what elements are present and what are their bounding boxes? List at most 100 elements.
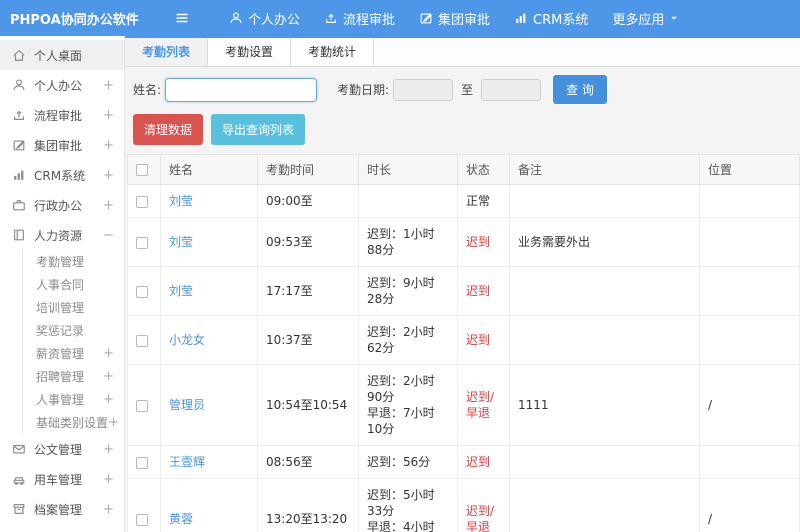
table-row: 管理员 10:54至10:54 迟到：2小时90分 早退：7小时10分 迟到/早退 111… xyxy=(127,364,800,446)
topnav-label: 集团审批 xyxy=(438,12,491,28)
expand-plus-icon[interactable]: + xyxy=(103,198,114,213)
expand-plus-icon[interactable]: + xyxy=(103,369,114,384)
sidebar-item-crm-system[interactable]: CRM系统 + xyxy=(0,160,124,190)
topnav-personal-office[interactable]: 个人办公 xyxy=(217,0,312,36)
date-filter-label: 考勤日期: xyxy=(337,83,390,97)
row-checkbox[interactable] xyxy=(136,456,148,469)
row-checkbox[interactable] xyxy=(136,513,148,526)
row-checkbox[interactable] xyxy=(136,334,148,347)
sidebar: 个人桌面 个人办公 + 流程审批 + 集团审批 + CRM系统 + 行政办公 + 人力资源 − 考勤管理人… xyxy=(0,36,125,532)
sidebar-item-document-management[interactable]: 公文管理 + xyxy=(0,434,124,464)
sidebar-item-workflow-approval[interactable]: 流程审批 + xyxy=(0,100,124,130)
expand-plus-icon[interactable]: + xyxy=(103,472,114,487)
employee-name-link[interactable]: 刘莹 xyxy=(169,194,193,208)
table-header-row: 姓名 考勤时间 时长 状态 备注 位置 xyxy=(127,154,800,185)
attendance-time-cell: 13:20至13:20 xyxy=(257,478,359,532)
duration-cell xyxy=(358,184,458,218)
expand-plus-icon[interactable]: + xyxy=(103,392,114,407)
sidebar-item-personnel-management[interactable]: 人事管理 + xyxy=(23,388,124,411)
sidebar-item-human-resources[interactable]: 人力资源 − xyxy=(0,220,124,250)
expand-plus-icon[interactable]: + xyxy=(103,168,114,183)
search-button[interactable]: 查 询 xyxy=(553,75,607,104)
location-cell: / xyxy=(699,364,800,446)
row-checkbox[interactable] xyxy=(136,236,148,249)
name-cell: 刘莹 xyxy=(160,217,258,267)
home-icon xyxy=(12,48,26,62)
duration-cell: 迟到：2小时62分 xyxy=(358,315,458,365)
app-logo: PHPOA协同办公软件 xyxy=(10,12,139,28)
sidebar-item-training-management[interactable]: 培训管理 xyxy=(23,296,124,319)
employee-name-link[interactable]: 黄蓉 xyxy=(169,512,193,526)
menu-toggle-button[interactable] xyxy=(169,5,195,31)
collapse-minus-icon[interactable]: − xyxy=(103,228,114,243)
export-list-button[interactable]: 导出查询列表 xyxy=(211,114,306,145)
employee-name-link[interactable]: 刘莹 xyxy=(169,235,193,249)
tab-bar: 考勤列表 考勤设置 考勤统计 xyxy=(125,36,800,67)
sidebar-item-label: 行政办公 xyxy=(34,198,83,213)
row-checkbox[interactable] xyxy=(136,399,148,412)
edit-icon xyxy=(12,138,26,152)
mail-icon xyxy=(12,442,26,456)
sidebar-item-attendance-management[interactable]: 考勤管理 xyxy=(23,250,124,273)
employee-name-link[interactable]: 小龙女 xyxy=(169,333,205,347)
date-to-input[interactable] xyxy=(481,78,542,101)
table-row: 小龙女 10:37至 迟到：2小时62分 迟到 xyxy=(127,315,800,365)
employee-name-link[interactable]: 刘莹 xyxy=(169,284,193,298)
expand-plus-icon[interactable]: + xyxy=(103,138,114,153)
sidebar-item-salary-management[interactable]: 薪资管理 + xyxy=(23,342,124,365)
row-checkbox[interactable] xyxy=(136,195,148,208)
sidebar-item-hr-contract[interactable]: 人事合同 xyxy=(23,273,124,296)
expand-plus-icon[interactable]: + xyxy=(103,108,114,123)
date-from-input[interactable] xyxy=(393,78,454,101)
checkbox-cell xyxy=(127,315,161,365)
clean-data-button[interactable]: 清理数据 xyxy=(133,114,204,145)
attendance-time-cell: 10:54至10:54 xyxy=(257,364,359,446)
expand-plus-icon[interactable]: + xyxy=(103,442,114,457)
tab-attendance-statistics[interactable]: 考勤统计 xyxy=(291,38,375,66)
name-cell: 刘莹 xyxy=(160,266,258,316)
top-menu: 个人办公 流程审批 集团审批 CRM系统 更多应用 xyxy=(217,0,691,36)
tab-attendance-settings[interactable]: 考勤设置 xyxy=(208,38,292,66)
select-all-checkbox[interactable] xyxy=(136,164,148,176)
sidebar-item-label: 考勤管理 xyxy=(36,255,85,269)
archive-icon xyxy=(12,502,26,516)
sidebar-item-label: 集团审批 xyxy=(34,138,83,153)
expand-plus-icon[interactable]: + xyxy=(103,346,114,361)
duration-cell: 迟到：9小时28分 xyxy=(358,266,458,316)
topnav-crm-system[interactable]: CRM系统 xyxy=(502,0,600,36)
name-filter-input[interactable] xyxy=(165,77,318,102)
topnav-workflow-approval[interactable]: 流程审批 xyxy=(312,0,407,36)
tab-attendance-list[interactable]: 考勤列表 xyxy=(125,38,209,66)
sidebar-item-recruitment-management[interactable]: 招聘管理 + xyxy=(23,365,124,388)
sidebar-item-label: 流程审批 xyxy=(34,108,83,123)
expand-plus-icon[interactable]: + xyxy=(108,415,119,430)
sidebar-item-reward-punishment[interactable]: 奖惩记录 xyxy=(23,319,124,342)
name-cell: 刘莹 xyxy=(160,184,258,218)
sidebar-item-personal-desktop[interactable]: 个人桌面 xyxy=(0,40,124,70)
status-cell: 正常 xyxy=(457,184,510,218)
sidebar-item-group-approval[interactable]: 集团审批 + xyxy=(0,130,124,160)
sidebar-item-vehicle-management[interactable]: 用车管理 + xyxy=(0,464,124,494)
expand-plus-icon[interactable]: + xyxy=(103,502,114,517)
employee-name-link[interactable]: 王壹辉 xyxy=(169,455,205,469)
expand-plus-icon[interactable]: + xyxy=(103,78,114,93)
duration-cell: 迟到：5小时33分早退：4小时67分 xyxy=(358,478,458,532)
checkbox-cell xyxy=(127,445,161,479)
employee-name-link[interactable]: 管理员 xyxy=(169,398,205,412)
checkbox-cell xyxy=(127,478,161,532)
sidebar-item-personal-office[interactable]: 个人办公 + xyxy=(0,70,124,100)
row-checkbox[interactable] xyxy=(136,285,148,298)
sidebar-item-admin-office[interactable]: 行政办公 + xyxy=(0,190,124,220)
table-row: 刘莹 09:00至 正常 xyxy=(127,184,800,218)
sidebar-item-label: 奖惩记录 xyxy=(36,324,85,338)
main-content: 考勤列表 考勤设置 考勤统计 姓名: 考勤日期: 至 查 询 清理数据 导出查询列表… xyxy=(125,36,800,532)
remark-cell xyxy=(509,445,700,479)
topnav-group-approval[interactable]: 集团审批 xyxy=(407,0,502,36)
duration-cell: 迟到：56分 xyxy=(358,445,458,479)
sidebar-item-label: 培训管理 xyxy=(36,301,85,315)
sidebar-item-archive-management[interactable]: 档案管理 + xyxy=(0,494,124,524)
user-icon xyxy=(229,11,243,25)
sidebar-item-project-management[interactable]: 项目管理+ xyxy=(0,524,124,532)
topnav-more-apps[interactable]: 更多应用 xyxy=(600,0,691,36)
sidebar-item-base-category-settings[interactable]: 基础类别设置 + xyxy=(23,411,124,434)
